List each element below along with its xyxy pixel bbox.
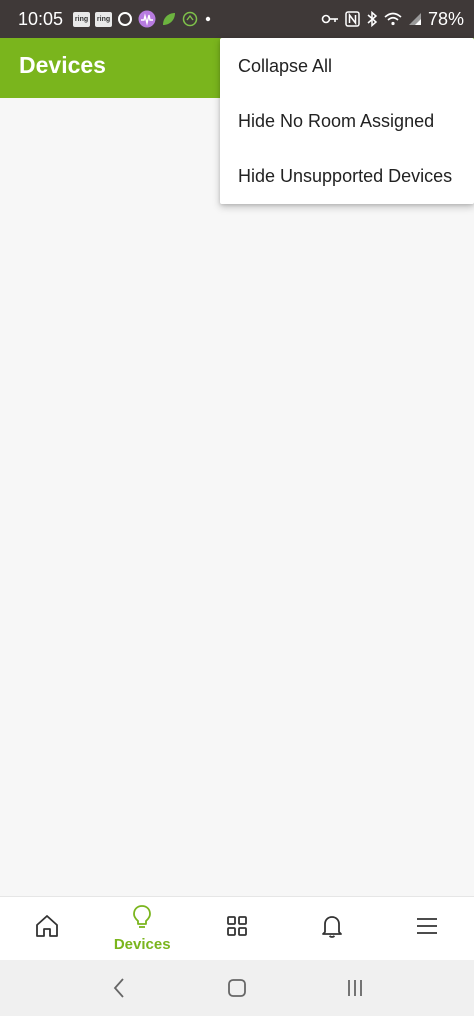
grid-icon	[225, 914, 249, 943]
signal-icon	[408, 12, 422, 26]
status-time: 10:05	[18, 8, 64, 29]
leaf-app-icon	[161, 11, 177, 27]
circle-app-icon	[117, 11, 133, 27]
system-nav-bar	[0, 960, 474, 1016]
nav-item-home[interactable]	[0, 897, 95, 960]
nav-label-devices: Devices	[113, 936, 171, 953]
devices-list-area	[0, 98, 474, 896]
home-square-icon	[228, 979, 246, 997]
nav-item-devices[interactable]: Devices	[95, 897, 190, 960]
waveform-app-icon	[138, 10, 156, 28]
bell-icon	[320, 913, 344, 944]
menu-item-hide-unsupported-devices[interactable]: Hide Unsupported Devices	[220, 149, 474, 204]
nav-item-notifications[interactable]	[284, 897, 379, 960]
nav-item-grid[interactable]	[190, 897, 285, 960]
menu-item-collapse-all[interactable]: Collapse All	[220, 38, 474, 94]
overflow-menu: Collapse All Hide No Room Assigned Hide …	[220, 38, 474, 204]
bluetooth-icon	[366, 11, 378, 27]
back-chevron-icon	[113, 978, 124, 998]
recents-icon	[348, 980, 362, 996]
more-notifications-dot-icon	[203, 14, 213, 24]
status-left: 10:05 ring ring	[18, 9, 213, 30]
bottom-nav: Devices	[0, 896, 474, 960]
nfc-icon	[345, 11, 360, 27]
home-icon	[34, 913, 60, 944]
status-bar: 10:05 ring ring 78%	[0, 0, 474, 38]
wifi-icon	[384, 12, 402, 26]
system-recents-button[interactable]	[335, 968, 375, 1008]
ring-notification-icon-2: ring	[95, 11, 113, 27]
nav-item-menu[interactable]	[379, 897, 474, 960]
page-title: Devices	[19, 52, 106, 78]
system-home-button[interactable]	[217, 968, 257, 1008]
ring-notification-icon: ring	[73, 11, 91, 27]
key-icon	[321, 13, 339, 25]
green-circle-app-icon	[182, 11, 198, 27]
status-right: 78%	[321, 9, 464, 30]
battery-percent: 78%	[427, 8, 464, 29]
system-back-button[interactable]	[99, 968, 139, 1008]
lightbulb-icon	[130, 904, 154, 935]
menu-icon	[415, 916, 439, 941]
menu-item-hide-no-room-assigned[interactable]: Hide No Room Assigned	[220, 94, 474, 149]
